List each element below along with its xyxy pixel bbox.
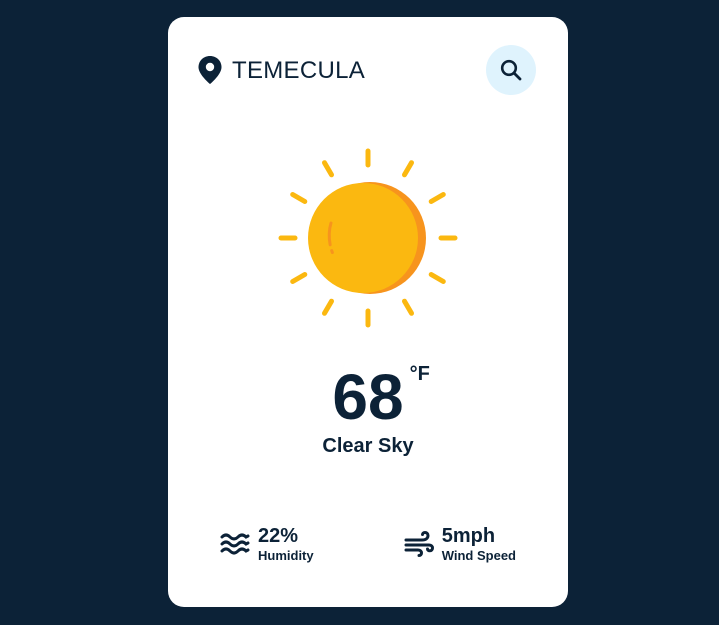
city-name: TEMECULA [232,57,366,84]
weather-details: 22% Humidity 5mph Wind Speed [220,520,516,568]
temperature-unit: °F [409,363,430,385]
humidity-text: 22% Humidity [258,524,314,564]
search-button[interactable] [486,45,536,95]
temperature-value: 68 [332,361,404,433]
humidity-waves-icon [220,533,250,555]
humidity-detail: 22% Humidity [220,520,314,568]
wind-detail: 5mph Wind Speed [404,520,516,568]
humidity-label: Humidity [258,548,314,563]
humidity-value: 22% [258,525,299,547]
weather-card: TEMECULA 68 °F Clear Sky 22% Humidity 5m… [168,17,568,607]
sun-icon [278,148,458,328]
search-icon [500,59,522,81]
wind-icon [404,531,434,557]
temperature: 68 °F [168,357,568,437]
card-header: TEMECULA [198,45,536,95]
temperature-wrap: 68 °F [332,357,429,437]
wind-label: Wind Speed [441,548,516,563]
wind-text: 5mph Wind Speed [442,524,516,564]
location: TEMECULA [198,55,365,85]
map-pin-icon [198,56,222,84]
app-background: TEMECULA 68 °F Clear Sky 22% Humidity 5m… [0,0,719,625]
weather-condition: Clear Sky [322,435,414,457]
wind-value: 5mph [441,525,496,547]
